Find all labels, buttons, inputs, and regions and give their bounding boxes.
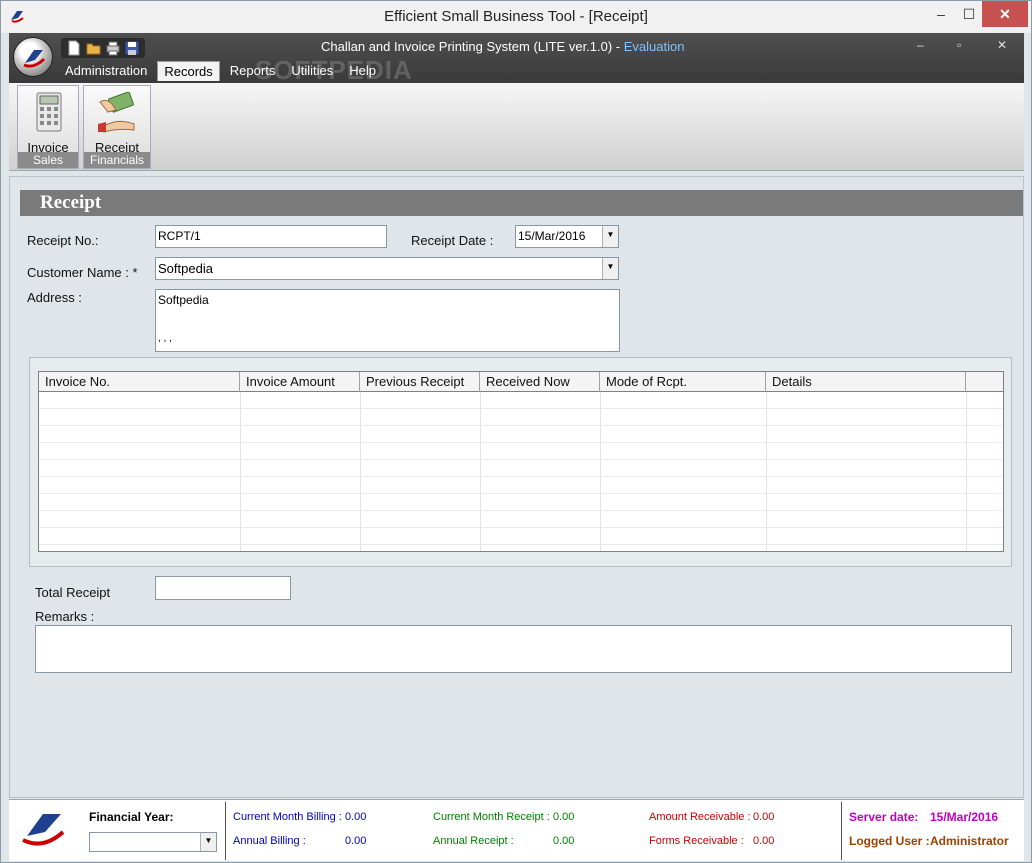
chevron-down-icon[interactable]: ▼ [200,833,216,851]
ribbon-group-sales: Invoice Sales [17,85,79,169]
menu-records[interactable]: Records [157,61,220,81]
status-divider [841,802,842,860]
inner-restore-button[interactable]: ▫ [957,38,961,52]
quick-access-toolbar [61,38,145,58]
receipt-no-input[interactable]: RCPT/1 [155,225,387,248]
customer-name-label: Customer Name : * [27,265,138,280]
form-heading: Receipt [20,190,1023,216]
new-icon[interactable] [67,40,82,56]
current-month-billing-label: Current Month Billing : [233,811,342,823]
window-title-bar[interactable]: Efficient Small Business Tool - [Receipt… [1,1,1031,33]
amount-receivable-label: Amount Receivable : [649,811,751,823]
forms-receivable-value: 0.00 [753,835,775,847]
cash-payment-icon [98,92,135,133]
menu-utilities[interactable]: Utilities [285,61,339,81]
table-row[interactable] [39,443,1003,460]
current-month-billing-value: 0.00 [345,811,367,823]
column-details[interactable]: Details [766,372,966,392]
column-previous-receipt[interactable]: Previous Receipt [360,372,480,392]
menu-bar: Administration Records Reports Utilities… [59,61,386,81]
receipt-date-picker[interactable]: 15/Mar/2016 ▼ [515,225,619,248]
maximize-button[interactable]: ☐ [956,1,982,27]
annual-receipt-label: Annual Receipt : [433,835,514,847]
menu-administration[interactable]: Administration [59,61,153,81]
status-divider [225,802,226,860]
current-month-receipt-label: Current Month Receipt : [433,811,550,823]
table-row[interactable] [39,477,1003,494]
remarks-textarea[interactable] [35,625,1012,673]
receipt-date-label: Receipt Date : [411,233,494,248]
ribbon-group-financials: Receipt Financials [83,85,151,169]
table-row[interactable] [39,494,1003,511]
server-date-label: Server date: [849,810,919,824]
column-invoice-no[interactable]: Invoice No. [39,372,240,392]
inner-close-button[interactable]: ✕ [997,38,1007,52]
app-subtitle-text: Challan and Invoice Printing System (LIT… [321,39,624,54]
table-row[interactable] [39,528,1003,545]
window-title: Efficient Small Business Tool - [Receipt… [384,8,648,25]
customer-name-value: Softpedia [158,261,213,276]
address-line-1: Softpedia [158,293,209,307]
table-row[interactable] [39,392,1003,409]
table-row[interactable] [39,511,1003,528]
column-invoice-amount[interactable]: Invoice Amount [240,372,360,392]
invoice-button[interactable]: Invoice [18,86,78,155]
menu-help[interactable]: Help [343,61,382,81]
company-logo-icon [22,814,65,846]
application-window: Efficient Small Business Tool - [Receipt… [0,0,1032,863]
total-receipt-label: Total Receipt [35,585,111,600]
receipt-form: Receipt Receipt No.: RCPT/1 Receipt Date… [9,176,1024,798]
table-row[interactable] [39,460,1003,477]
financial-year-label: Financial Year: [89,810,174,824]
financial-year-select[interactable]: ▼ [89,832,217,852]
receipt-button[interactable]: Receipt [84,86,150,155]
address-label: Address : [27,290,82,305]
logged-user-label: Logged User : [849,834,930,848]
chevron-down-icon[interactable]: ▼ [602,258,618,279]
address-line-2: , , , [158,333,172,344]
column-mode-of-receipt[interactable]: Mode of Rcpt. [600,372,766,392]
logged-user-value: Administrator [930,834,1009,848]
open-icon[interactable] [86,40,101,56]
inner-minimize-button[interactable]: – [917,38,924,52]
annual-receipt-value: 0.00 [553,835,575,847]
table-row[interactable] [39,426,1003,443]
close-button[interactable]: ✕ [982,1,1028,27]
app-subtitle: Challan and Invoice Printing System (LIT… [321,39,684,54]
receipt-no-label: Receipt No.: [27,233,99,248]
current-month-receipt-value: 0.00 [553,811,575,823]
column-received-now[interactable]: Received Now [480,372,600,392]
server-date-value: 15/Mar/2016 [930,810,999,824]
status-bar: Financial Year: ▼ Current Month Billing … [9,799,1024,861]
invoice-grid-panel: Invoice No. Invoice Amount Previous Rece… [29,357,1012,567]
amount-receivable-value: 0.00 [753,811,775,823]
annual-billing-value: 0.00 [345,835,367,847]
app-header: Challan and Invoice Printing System (LIT… [9,33,1024,85]
address-textarea[interactable]: Softpedia , , , [155,289,620,352]
calculator-icon [36,92,62,132]
edition-label: Evaluation [623,39,685,54]
save-icon[interactable] [124,40,140,56]
application-menu-button[interactable] [13,37,53,77]
invoice-grid[interactable]: Invoice No. Invoice Amount Previous Rece… [38,371,1004,552]
print-icon[interactable] [105,40,120,56]
annual-billing-label: Annual Billing : [233,835,306,847]
chevron-down-icon[interactable]: ▼ [602,226,618,247]
app-logo-icon [23,50,46,68]
remarks-label: Remarks : [35,609,95,624]
grid-header: Invoice No. Invoice Amount Previous Rece… [39,372,1003,392]
table-row[interactable] [39,409,1003,426]
minimize-button[interactable]: – [926,1,956,27]
receipt-date-value: 15/Mar/2016 [518,229,586,243]
total-receipt-input[interactable] [155,576,291,600]
ribbon-group-label: Sales [18,152,78,168]
ribbon-group-label: Financials [84,152,150,168]
ribbon: Invoice Sales Receipt Financials [9,83,1024,171]
forms-receivable-label: Forms Receivable : [649,835,744,847]
customer-name-select[interactable]: Softpedia ▼ [155,257,619,280]
menu-reports[interactable]: Reports [224,61,282,81]
